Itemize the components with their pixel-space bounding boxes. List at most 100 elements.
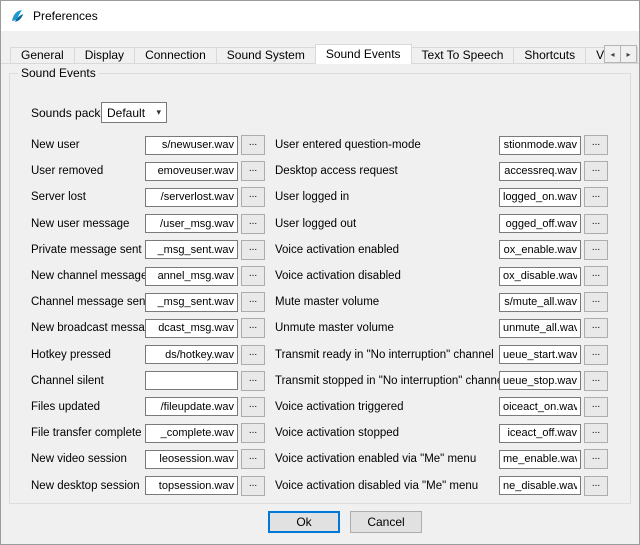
sound-file-input[interactable] — [499, 319, 581, 338]
event-label: Channel silent — [31, 375, 145, 387]
sounds-pack-value: Default — [107, 106, 145, 120]
sounds-pack-label: Sounds pack — [31, 106, 101, 120]
groupbox-title: Sound Events — [18, 66, 99, 80]
browse-button[interactable]: ... — [241, 266, 265, 286]
browse-button[interactable]: ... — [584, 318, 608, 338]
event-label: New user message — [31, 218, 145, 230]
tab-display[interactable]: Display — [74, 47, 135, 64]
sound-file-input[interactable] — [499, 188, 581, 207]
event-label: Private message sent — [31, 244, 145, 256]
browse-button[interactable]: ... — [241, 423, 265, 443]
sound-file-input[interactable] — [499, 136, 581, 155]
sound-event-rows: New user ... User entered question-mode … — [31, 132, 608, 499]
browse-button[interactable]: ... — [584, 161, 608, 181]
browse-button[interactable]: ... — [584, 292, 608, 312]
sound-file-input[interactable] — [145, 371, 238, 390]
sound-file-input[interactable] — [145, 136, 238, 155]
browse-button[interactable]: ... — [241, 345, 265, 365]
browse-button[interactable]: ... — [584, 187, 608, 207]
browse-button[interactable]: ... — [241, 449, 265, 469]
table-row: New broadcast message ... Unmute master … — [31, 315, 608, 341]
event-label: Voice activation enabled via "Me" menu — [275, 453, 499, 465]
sound-file-input[interactable] — [499, 397, 581, 416]
sound-file-input[interactable] — [145, 476, 238, 495]
tab-scroll-right-button[interactable]: ▸ — [620, 45, 637, 63]
browse-button[interactable]: ... — [584, 266, 608, 286]
event-label: Voice activation stopped — [275, 427, 499, 439]
event-label: Voice activation enabled — [275, 244, 499, 256]
sound-file-input[interactable] — [145, 293, 238, 312]
tab-text-to-speech[interactable]: Text To Speech — [411, 47, 515, 64]
event-label: User logged in — [275, 191, 499, 203]
browse-button[interactable]: ... — [241, 187, 265, 207]
browse-button[interactable]: ... — [241, 371, 265, 391]
right-arrow-icon: ▸ — [626, 50, 630, 59]
event-label: New broadcast message — [31, 322, 145, 334]
sound-file-input[interactable] — [499, 293, 581, 312]
browse-button[interactable]: ... — [584, 476, 608, 496]
browse-button[interactable]: ... — [241, 161, 265, 181]
tab-scroll-control: ◂ ▸ — [605, 45, 637, 63]
event-label: Desktop access request — [275, 165, 499, 177]
sound-file-input[interactable] — [145, 345, 238, 364]
browse-button[interactable]: ... — [584, 371, 608, 391]
event-label: New desktop session — [31, 480, 145, 492]
browse-button[interactable]: ... — [584, 423, 608, 443]
sound-file-input[interactable] — [499, 345, 581, 364]
event-label: File transfer complete — [31, 427, 145, 439]
cancel-button[interactable]: Cancel — [350, 511, 422, 533]
browse-button[interactable]: ... — [584, 214, 608, 234]
event-label: Voice activation disabled — [275, 270, 499, 282]
sound-file-input[interactable] — [145, 162, 238, 181]
tab-general[interactable]: General — [10, 47, 75, 64]
sound-file-input[interactable] — [499, 371, 581, 390]
browse-button[interactable]: ... — [584, 135, 608, 155]
sound-file-input[interactable] — [499, 267, 581, 286]
window-title: Preferences — [33, 9, 98, 23]
browse-button[interactable]: ... — [241, 240, 265, 260]
sound-file-input[interactable] — [499, 424, 581, 443]
browse-button[interactable]: ... — [584, 240, 608, 260]
table-row: Channel silent ... Transmit stopped in "… — [31, 368, 608, 394]
browse-button[interactable]: ... — [241, 476, 265, 496]
browse-button[interactable]: ... — [241, 292, 265, 312]
tab-connection[interactable]: Connection — [134, 47, 217, 64]
sound-file-input[interactable] — [145, 240, 238, 259]
sound-file-input[interactable] — [145, 424, 238, 443]
browse-button[interactable]: ... — [584, 449, 608, 469]
ok-button[interactable]: Ok — [268, 511, 340, 533]
event-label: Mute master volume — [275, 296, 499, 308]
event-label: Unmute master volume — [275, 322, 499, 334]
browse-button[interactable]: ... — [584, 397, 608, 417]
event-label: New channel message — [31, 270, 145, 282]
tab-sound-system[interactable]: Sound System — [216, 47, 316, 64]
sound-file-input[interactable] — [499, 240, 581, 259]
table-row: User removed ... Desktop access request … — [31, 158, 608, 184]
browse-button[interactable]: ... — [241, 214, 265, 234]
sound-file-input[interactable] — [145, 450, 238, 469]
sound-file-input[interactable] — [499, 450, 581, 469]
sound-file-input[interactable] — [145, 319, 238, 338]
sound-file-input[interactable] — [499, 214, 581, 233]
tab-scroll-left-button[interactable]: ◂ — [604, 45, 621, 63]
browse-button[interactable]: ... — [241, 397, 265, 417]
sounds-pack-select[interactable]: Default ▾ — [101, 102, 167, 123]
browse-button[interactable]: ... — [584, 345, 608, 365]
event-label: Server lost — [31, 191, 145, 203]
tab-shortcuts[interactable]: Shortcuts — [513, 47, 586, 64]
sound-file-input[interactable] — [499, 476, 581, 495]
event-label: New video session — [31, 453, 145, 465]
sound-events-groupbox: Sound Events Sounds pack Default ▾ New u… — [9, 66, 631, 504]
sound-file-input[interactable] — [145, 267, 238, 286]
sound-file-input[interactable] — [499, 162, 581, 181]
tab-sound-events[interactable]: Sound Events — [315, 44, 412, 64]
browse-button[interactable]: ... — [241, 318, 265, 338]
tab-bar: General Display Connection Sound System … — [10, 44, 639, 64]
sound-file-input[interactable] — [145, 188, 238, 207]
sound-file-input[interactable] — [145, 397, 238, 416]
app-icon — [9, 8, 25, 24]
event-label: Channel message sent — [31, 296, 145, 308]
browse-button[interactable]: ... — [241, 135, 265, 155]
table-row: Server lost ... User logged in ... — [31, 184, 608, 210]
sound-file-input[interactable] — [145, 214, 238, 233]
